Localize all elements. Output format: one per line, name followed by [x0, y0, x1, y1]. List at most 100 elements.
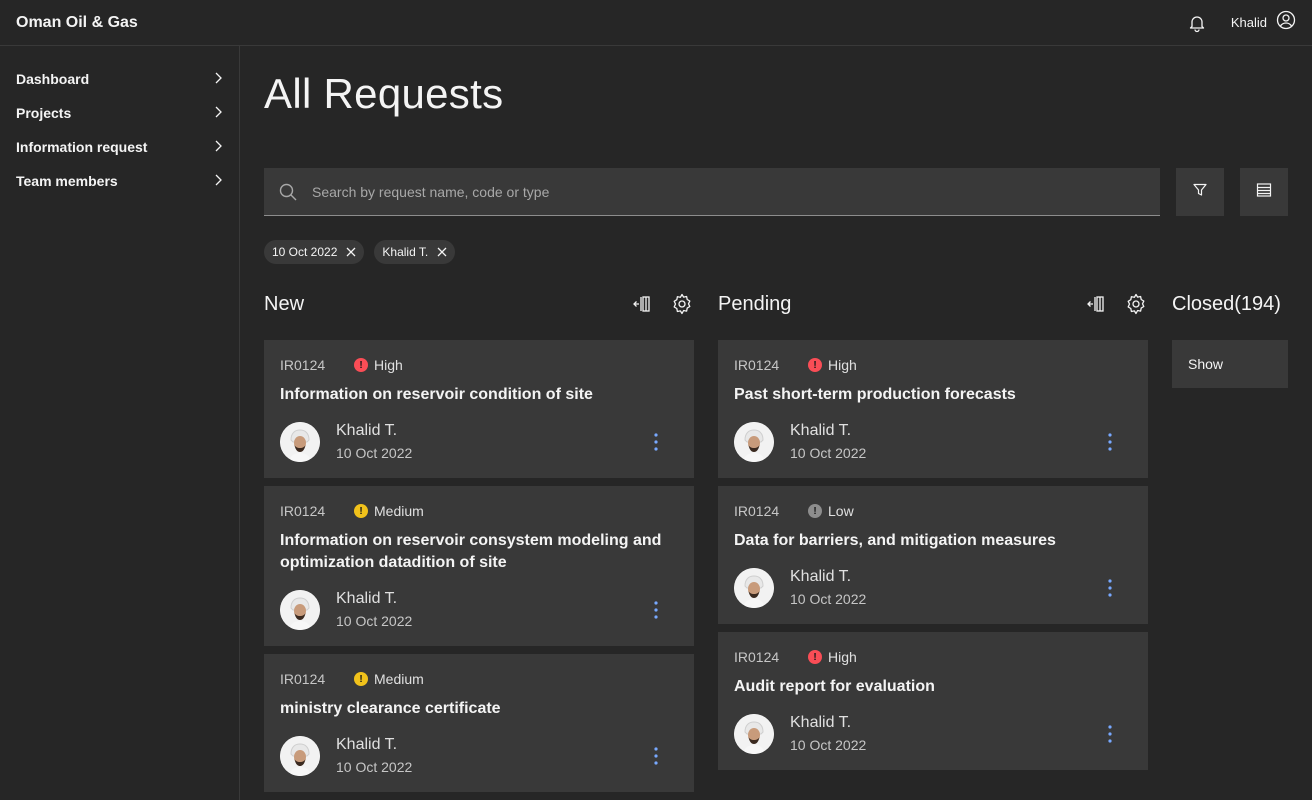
avatar [734, 714, 774, 754]
alert-icon: ! [354, 358, 368, 372]
avatar [280, 736, 320, 776]
person-name: Khalid T. [790, 568, 852, 585]
warning-icon: ! [354, 504, 368, 518]
priority-label: High [828, 649, 857, 665]
request-title: Audit report for evaluation [734, 678, 935, 695]
close-icon[interactable] [345, 246, 357, 258]
filter-tag-date: 10 Oct 2022 [264, 240, 365, 264]
chevron-right-icon [213, 71, 223, 87]
chevron-right-icon [213, 139, 223, 155]
request-title: ministry clearance certificate [280, 700, 501, 717]
active-filters: 10 Oct 2022 Khalid T. [264, 240, 456, 264]
person-name: Khalid T. [336, 736, 398, 753]
request-date: 10 Oct 2022 [790, 737, 867, 753]
info-icon: ! [808, 504, 822, 518]
filter-icon [1193, 183, 1207, 202]
request-code: IR0124 [280, 671, 326, 687]
settings-gear-icon[interactable] [1124, 292, 1148, 316]
request-title: Data for barriers, and mitigation measur… [734, 532, 1056, 549]
sidebar-item-dashboard[interactable]: Dashboard [0, 62, 239, 96]
filter-tag-person: Khalid T. [374, 240, 456, 264]
notification-bell-icon[interactable] [1173, 0, 1221, 46]
person-name: Khalid T. [790, 714, 852, 731]
page-title: All Requests [264, 70, 504, 117]
overflow-menu-icon[interactable] [1100, 576, 1120, 600]
chevron-right-icon [213, 105, 223, 121]
priority-badge: ! High [808, 649, 857, 665]
request-code: IR0124 [280, 357, 326, 373]
user-name: Khalid [1230, 15, 1267, 30]
list-view-icon [1256, 182, 1272, 203]
request-date: 10 Oct 2022 [790, 591, 867, 607]
filter-button[interactable] [1176, 168, 1224, 216]
view-toggle-button[interactable] [1240, 168, 1288, 216]
avatar [280, 590, 320, 630]
overflow-menu-icon[interactable] [646, 744, 666, 768]
sidebar-item-projects[interactable]: Projects [0, 96, 239, 130]
sidebar-item-team-members[interactable]: Team members [0, 164, 239, 198]
column-title: Pending [718, 292, 792, 315]
overflow-menu-icon[interactable] [646, 430, 666, 454]
overflow-menu-icon[interactable] [1100, 722, 1120, 746]
user-avatar-icon [1276, 10, 1296, 35]
avatar [280, 422, 320, 462]
main-content: All Requests 10 Oct 2022 [264, 46, 1288, 800]
warning-icon: ! [354, 672, 368, 686]
column-title-closed: Closed(194) [1172, 292, 1281, 315]
user-menu[interactable]: Khalid [1231, 10, 1312, 35]
priority-label: High [828, 357, 857, 373]
priority-label: Medium [374, 671, 424, 687]
sidebar-item-label: Dashboard [16, 71, 90, 87]
priority-label: High [374, 357, 403, 373]
request-code: IR0124 [734, 503, 780, 519]
column-title: New [264, 292, 305, 315]
request-card[interactable]: IR0124 ! Low Data for barriers, and miti… [718, 486, 1148, 624]
search-icon [264, 168, 312, 216]
filter-tag-label: Khalid T. [382, 245, 429, 259]
close-icon[interactable] [436, 246, 448, 258]
priority-label: Low [828, 503, 854, 519]
header-actions: Khalid [1173, 0, 1312, 46]
sidebar-item-label: Information request [16, 139, 148, 155]
sidebar-nav: Dashboard Projects Information request T… [0, 46, 240, 800]
priority-badge: ! Medium [354, 671, 424, 687]
priority-badge: ! Medium [354, 503, 424, 519]
priority-badge: ! High [808, 357, 857, 373]
chevron-right-icon [213, 173, 223, 189]
show-closed-button[interactable]: Show [1172, 340, 1288, 388]
priority-label: Medium [374, 503, 424, 519]
request-card[interactable]: IR0124 ! High Past short-term production… [718, 340, 1148, 478]
search-bar [264, 168, 1160, 216]
request-date: 10 Oct 2022 [336, 613, 413, 629]
request-title: Information on reservoir condition of si… [280, 386, 593, 403]
column-pending: IR0124 ! High Past short-term production… [718, 340, 1148, 770]
sidebar-item-information-request[interactable]: Information request [0, 130, 239, 164]
request-card[interactable]: IR0124 ! Medium Information on reservoir… [264, 486, 694, 646]
person-name: Khalid T. [790, 422, 852, 439]
settings-gear-icon[interactable] [670, 292, 694, 316]
column-header-pending: Pending [718, 290, 1148, 318]
avatar [734, 422, 774, 462]
overflow-menu-icon[interactable] [1100, 430, 1120, 454]
priority-badge: ! High [354, 357, 403, 373]
request-card[interactable]: IR0124 ! Medium ministry clearance certi… [264, 654, 694, 792]
request-date: 10 Oct 2022 [336, 445, 413, 461]
filter-tag-label: 10 Oct 2022 [272, 245, 338, 259]
app-title[interactable]: Oman Oil & Gas [0, 14, 138, 32]
collapse-column-icon[interactable] [630, 292, 654, 316]
search-input[interactable] [312, 168, 1160, 215]
column-header-new: New [264, 290, 694, 318]
overflow-menu-icon[interactable] [646, 598, 666, 622]
top-header: Oman Oil & Gas Khalid [0, 0, 1312, 46]
request-card[interactable]: IR0124 ! High Audit report for evaluatio… [718, 632, 1148, 770]
person-name: Khalid T. [336, 422, 398, 439]
priority-badge: ! Low [808, 503, 854, 519]
request-title: Past short-term production forecasts [734, 386, 1016, 403]
request-date: 10 Oct 2022 [790, 445, 867, 461]
column-new: IR0124 ! High Information on reservoir c… [264, 340, 694, 792]
collapse-column-icon[interactable] [1084, 292, 1108, 316]
request-code: IR0124 [734, 649, 780, 665]
sidebar-item-label: Team members [16, 173, 118, 189]
request-code: IR0124 [280, 503, 326, 519]
request-card[interactable]: IR0124 ! High Information on reservoir c… [264, 340, 694, 478]
